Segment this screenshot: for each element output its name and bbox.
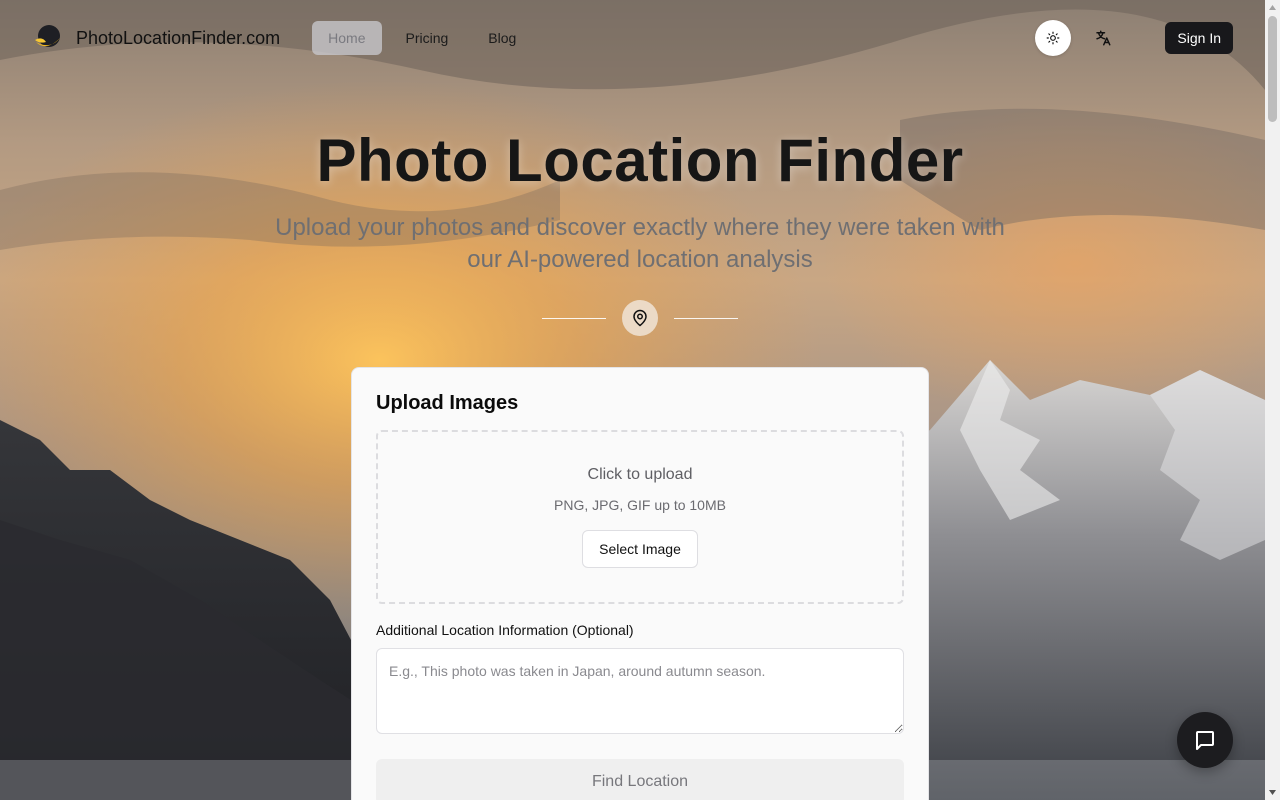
header-actions: Sign In [1035,20,1233,56]
upload-dropzone[interactable]: Click to upload PNG, JPG, GIF up to 10MB… [376,430,904,604]
page-subtitle: Upload your photos and discover exactly … [275,214,1005,273]
chat-button[interactable] [1177,712,1233,768]
translate-icon [1096,30,1111,46]
brand[interactable]: PhotoLocationFinder.com [32,22,280,54]
hero-divider [0,300,1280,336]
nav-pricing[interactable]: Pricing [390,21,465,55]
page-title: Photo Location Finder [316,127,964,194]
find-location-button[interactable]: Find Location [376,759,904,800]
sun-icon [1046,31,1060,45]
chat-bubble-icon [1196,731,1214,750]
nav-home[interactable]: Home [312,21,382,55]
logo-icon [35,25,60,47]
nav-blog[interactable]: Blog [472,21,532,55]
divider-line-right [674,317,738,319]
language-button[interactable] [1085,20,1121,56]
upload-card: Upload Images Click to upload PNG, JPG, … [351,367,929,800]
dropzone-title: Click to upload [587,466,693,483]
scroll-up-arrow-icon[interactable] [1265,0,1280,15]
theme-toggle-button[interactable] [1035,20,1072,56]
scrollbar-thumb[interactable] [1268,16,1277,122]
pin-badge [622,300,658,336]
upload-card-title: Upload Images [376,392,519,414]
brand-name: PhotoLocationFinder.com [76,27,281,48]
main-nav: Home Pricing Blog [312,21,532,55]
location-info-textarea[interactable] [376,648,904,734]
sign-in-button[interactable]: Sign In [1165,22,1233,54]
map-pin-icon [633,309,647,327]
select-image-button[interactable]: Select Image [582,530,698,568]
divider-line-left [542,317,606,319]
page-scrollbar[interactable] [1265,0,1280,800]
dropzone-hint: PNG, JPG, GIF up to 10MB [554,497,726,513]
site-header: PhotoLocationFinder.com Home Pricing Blo… [0,0,1265,76]
scroll-down-arrow-icon[interactable] [1265,785,1280,800]
location-info-label: Additional Location Information (Optiona… [376,622,634,638]
